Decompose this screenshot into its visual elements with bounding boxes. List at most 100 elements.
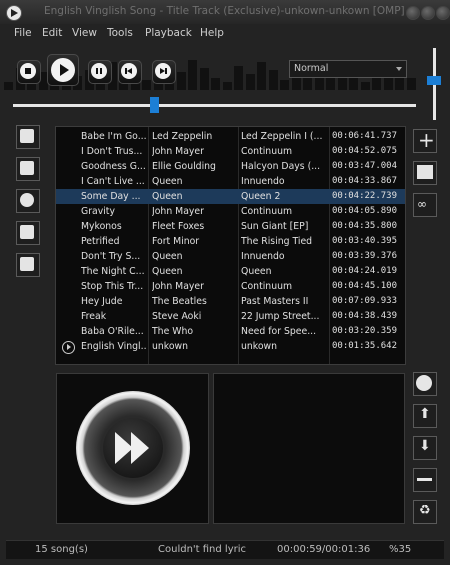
spectrum-bar: [406, 78, 416, 90]
table-row[interactable]: Goodness G... Ellie Goulding Halcyon Days …: [56, 159, 405, 174]
track-duration: 00:04:52.075: [332, 146, 398, 156]
track-duration: 00:04:38.439: [332, 311, 398, 321]
search-button[interactable]: ∞: [413, 193, 437, 217]
menu-tools[interactable]: Tools: [107, 27, 133, 39]
fast-forward-knob[interactable]: [76, 391, 190, 505]
remove-button[interactable]: [413, 468, 437, 492]
play-mode-dropdown[interactable]: Normal: [289, 60, 407, 78]
clapper-icon: [20, 257, 34, 271]
play-button[interactable]: [47, 54, 79, 86]
track-artist: Fleet Foxes: [152, 221, 205, 232]
seek-slider-thumb[interactable]: [150, 97, 160, 113]
track-title: I Can't Live ...: [81, 176, 145, 187]
table-row[interactable]: The Night C... Queen Queen 00:04:24.019: [56, 264, 405, 279]
track-title: Baba O'Rile...: [81, 326, 144, 337]
seek-slider-track[interactable]: [13, 104, 416, 107]
menu-edit[interactable]: Edit: [42, 27, 62, 39]
spectrum-bar: [222, 82, 232, 90]
play-icon: [51, 58, 75, 82]
delete-button[interactable]: ♻: [413, 500, 437, 524]
track-album: Past Masters II: [241, 296, 309, 307]
list-icon: [20, 129, 34, 143]
track-duration: 00:01:35.642: [332, 341, 398, 351]
table-row[interactable]: Stop This Tr... John Mayer Continuum 00:04:…: [56, 279, 405, 294]
previous-button[interactable]: [118, 60, 142, 84]
library-button[interactable]: [16, 253, 40, 277]
table-row[interactable]: Hey Jude The Beatles Past Masters II 00:07:…: [56, 294, 405, 309]
track-album: Need for Spee...: [241, 326, 317, 337]
track-title: Gravity: [81, 206, 115, 217]
chevron-down-icon: [396, 67, 402, 71]
pause-button[interactable]: [88, 60, 112, 84]
track-title: Babe I'm Go...: [81, 131, 146, 142]
track-duration: 00:07:09.933: [332, 296, 398, 306]
album-art-panel: [56, 373, 209, 524]
table-row[interactable]: Babe I'm Go... Led Zeppelin Led Zeppelin I…: [56, 129, 405, 144]
app-play-icon[interactable]: [6, 5, 22, 21]
window-title: English Vinglish Song - Title Track (Exc…: [44, 5, 405, 17]
table-row[interactable]: Baba O'Rile... The Who Need for Spee... 00:…: [56, 324, 405, 339]
track-album: Continuum: [241, 281, 293, 292]
track-artist: Queen: [152, 266, 183, 277]
track-title: Stop This Tr...: [81, 281, 144, 292]
equalizer-button[interactable]: [16, 221, 40, 245]
table-row[interactable]: English Vingl... unkown unkown 00:01:35.642: [56, 339, 405, 354]
track-duration: 00:06:41.737: [332, 131, 398, 141]
menu-view[interactable]: View: [72, 27, 97, 39]
equalizer-icon: [20, 225, 34, 239]
playlist-table[interactable]: Babe I'm Go... Led Zeppelin Led Zeppelin I…: [55, 126, 406, 365]
lyrics-view-button[interactable]: [16, 157, 40, 181]
menu-help[interactable]: Help: [200, 27, 224, 39]
close-icon[interactable]: [436, 6, 450, 20]
next-button[interactable]: [152, 60, 176, 84]
table-row[interactable]: I Don't Trus... John Mayer Continuum 00:04:…: [56, 144, 405, 159]
spectrum-bar: [257, 62, 266, 90]
stop-button[interactable]: [17, 60, 41, 84]
track-artist: Fort Minor: [152, 236, 200, 247]
playlist-view-button[interactable]: [16, 125, 40, 149]
track-duration: 00:03:40.395: [332, 236, 398, 246]
table-row[interactable]: Some Day ... Queen Queen 2 00:04:22.739: [56, 189, 405, 204]
spectrum-bar: [291, 76, 301, 90]
move-up-button[interactable]: ⬆: [413, 404, 437, 428]
plus-icon: +: [418, 128, 435, 152]
add-button[interactable]: +: [413, 128, 437, 153]
minus-icon: [417, 478, 432, 481]
track-artist: The Who: [152, 326, 194, 337]
status-bar: 15 song(s) Couldn't find lyric 00:00:59/…: [6, 540, 444, 559]
move-down-button[interactable]: ⬇: [413, 436, 437, 460]
progress-percent: %35: [389, 544, 412, 555]
maximize-icon[interactable]: [421, 6, 435, 20]
track-duration: 00:04:45.100: [332, 281, 398, 291]
track-duration: 00:04:05.890: [332, 206, 398, 216]
table-row[interactable]: Mykonos Fleet Foxes Sun Giant [EP] 00:04:35…: [56, 219, 405, 234]
table-row[interactable]: Freak Steve Aoki 22 Jump Street... 00:04:38…: [56, 309, 405, 324]
minimize-icon[interactable]: [406, 6, 420, 20]
arrow-down-icon: ⬇: [419, 438, 431, 454]
playlist-manage-button[interactable]: [413, 161, 437, 185]
table-row[interactable]: I Can't Live ... Queen Innuendo 00:04:33.86…: [56, 174, 405, 189]
menu-file[interactable]: File: [14, 27, 32, 39]
lyric-status: Couldn't find lyric: [158, 544, 246, 555]
disc-view-button[interactable]: [16, 189, 40, 213]
play-selected-button[interactable]: [413, 372, 437, 396]
track-duration: 00:04:35.800: [332, 221, 398, 231]
volume-slider-thumb[interactable]: [427, 76, 441, 86]
track-duration: 00:04:33.867: [332, 176, 398, 186]
table-row[interactable]: Don't Try S... Queen Innuendo 00:03:39.376: [56, 249, 405, 264]
table-row[interactable]: Petrified Fort Minor The Rising Tied 00:03:…: [56, 234, 405, 249]
track-title: Goodness G...: [81, 161, 146, 172]
track-album: Led Zeppelin I (...: [241, 131, 323, 142]
track-title: I Don't Trus...: [81, 146, 143, 157]
track-duration: 00:03:47.004: [332, 161, 398, 171]
track-title: English Vingl...: [81, 341, 146, 352]
track-duration: 00:04:24.019: [332, 266, 398, 276]
spectrum-bar: [188, 60, 197, 90]
track-title: Don't Try S...: [81, 251, 141, 262]
track-album: Queen: [241, 266, 272, 277]
arrow-up-icon: ⬆: [419, 406, 431, 422]
song-count: 15 song(s): [35, 544, 88, 555]
table-row[interactable]: Gravity John Mayer Continuum 00:04:05.890: [56, 204, 405, 219]
track-artist: John Mayer: [152, 146, 204, 157]
menu-playback[interactable]: Playback: [145, 27, 192, 39]
